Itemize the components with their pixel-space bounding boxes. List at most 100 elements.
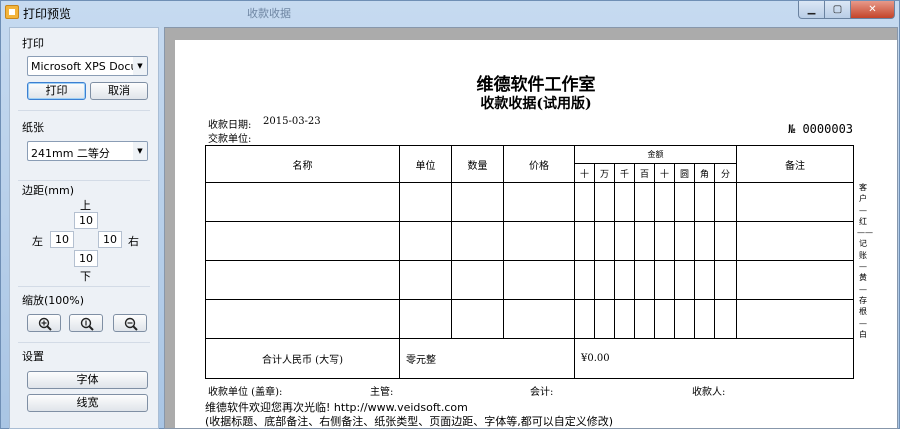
zoom-out-button[interactable] <box>113 314 147 332</box>
total-label: 合计人民币 (大写) <box>205 338 400 379</box>
receipt-date: 2015-03-23 <box>263 116 321 127</box>
receipt-page: 维德软件工作室 收款收据(试用版) 收款日期: 2015-03-23 交款单位:… <box>175 40 897 428</box>
chevron-down-icon: ▼ <box>133 57 147 75</box>
window-title: 打印预览 <box>23 7 72 21</box>
margin-left-input[interactable]: 10 <box>50 231 74 248</box>
table-cell <box>694 260 715 300</box>
table-cell <box>503 260 575 300</box>
table-cell <box>594 260 615 300</box>
paper-size-select[interactable]: 241mm 二等分 ▼ <box>27 141 148 161</box>
table-cell <box>503 182 575 222</box>
table-cell <box>634 260 655 300</box>
table-cell <box>714 260 737 300</box>
table-cell <box>451 260 504 300</box>
table-cell <box>714 299 737 339</box>
table-cell <box>614 182 635 222</box>
table-cell <box>503 221 575 261</box>
table-cell <box>736 221 854 261</box>
table-cell <box>205 299 400 339</box>
table-cell <box>654 221 675 261</box>
table-header-row: 名称 单位 数量 价格 金额 备注 <box>205 145 854 183</box>
paper-group-label: 纸张 <box>22 121 44 134</box>
table-row <box>205 182 854 222</box>
table-row <box>205 299 854 339</box>
print-preview-area[interactable]: 维德软件工作室 收款收据(试用版) 收款日期: 2015-03-23 交款单位:… <box>164 27 898 429</box>
table-cell <box>614 299 635 339</box>
amount-digit-header: 百 <box>634 163 655 183</box>
printer-select-value: Microsoft XPS Document Writer <box>31 60 147 73</box>
margin-bottom-input[interactable]: 10 <box>74 250 98 267</box>
table-cell <box>594 221 615 261</box>
header-amount: 金额 <box>574 145 737 164</box>
receipt-number: № 0000003 <box>788 122 854 136</box>
table-cell <box>574 221 595 261</box>
header-remark: 备注 <box>736 145 854 183</box>
amount-digit-header: 分 <box>714 163 737 183</box>
zoom-reset-icon <box>80 317 94 331</box>
total-row: 合计人民币 (大写) 零元整 ¥0.00 <box>205 338 854 379</box>
close-button[interactable]: ✕ <box>851 1 895 19</box>
font-button[interactable]: 字体 <box>27 371 148 389</box>
table-cell <box>694 299 715 339</box>
margin-right-label: 右 <box>128 235 139 248</box>
title-bar[interactable]: 打印预览 收款收据 ▁ ▢ ✕ <box>1 1 899 23</box>
table-cell <box>694 182 715 222</box>
amount-digit-header: 圆 <box>674 163 695 183</box>
table-cell <box>614 221 635 261</box>
table-cell <box>594 182 615 222</box>
margin-bottom-label: 下 <box>80 270 91 283</box>
printer-select[interactable]: Microsoft XPS Document Writer ▼ <box>27 56 148 76</box>
minimize-button[interactable]: ▁ <box>798 1 825 19</box>
zoom-in-button[interactable] <box>27 314 61 332</box>
line-width-button[interactable]: 线宽 <box>27 394 148 412</box>
margin-group-label: 边距(mm) <box>22 184 75 197</box>
divider <box>18 180 150 181</box>
minimize-icon: ▁ <box>807 4 816 15</box>
table-cell <box>574 299 595 339</box>
print-button[interactable]: 打印 <box>27 82 86 100</box>
table-row <box>205 260 854 300</box>
settings-sidebar: 打印 Microsoft XPS Document Writer ▼ 打印 取消… <box>9 27 159 429</box>
signature-receiver-unit: 收款单位 (盖章): <box>208 387 283 398</box>
margin-top-input[interactable]: 10 <box>74 212 98 229</box>
cancel-button[interactable]: 取消 <box>90 82 148 100</box>
table-cell <box>654 299 675 339</box>
print-preview-window: 打印预览 收款收据 ▁ ▢ ✕ 打印 Microsoft XPS Documen… <box>0 0 900 429</box>
table-cell <box>399 221 452 261</box>
table-cell <box>205 182 400 222</box>
table-cell <box>399 260 452 300</box>
empty-rows <box>205 182 854 339</box>
table-cell <box>574 182 595 222</box>
table-cell <box>451 182 504 222</box>
header-name: 名称 <box>205 145 400 183</box>
table-cell <box>736 260 854 300</box>
table-cell <box>674 299 695 339</box>
table-cell <box>654 182 675 222</box>
table-cell <box>451 299 504 339</box>
amount-digit-header: 万 <box>594 163 615 183</box>
divider <box>18 342 150 343</box>
table-cell <box>503 299 575 339</box>
zoom-group-label: 缩放(100%) <box>22 294 85 307</box>
table-cell <box>674 182 695 222</box>
print-group-label: 打印 <box>22 37 44 50</box>
copy-distribution-note: 客户—红——记账—黄—存根—白 <box>857 183 873 339</box>
header-unit: 单位 <box>399 145 452 183</box>
table-cell <box>594 299 615 339</box>
receipt-date-label: 收款日期: <box>208 120 252 131</box>
table-cell <box>654 260 675 300</box>
zoom-reset-button[interactable] <box>69 314 103 332</box>
margin-top-label: 上 <box>80 199 91 212</box>
maximize-button[interactable]: ▢ <box>825 1 851 19</box>
table-cell <box>694 221 715 261</box>
divider <box>18 286 150 287</box>
zoom-in-icon <box>38 317 52 331</box>
amount-digit-header: 十 <box>574 163 595 183</box>
table-cell <box>714 182 737 222</box>
amount-digit-header: 十 <box>654 163 675 183</box>
receipt-table: 名称 单位 数量 价格 金额 备注 十万千百十圆角分 合计人民币 (大写) 零元… <box>205 145 854 379</box>
receipt-title: 收款收据(试用版) <box>480 96 592 112</box>
table-cell <box>674 221 695 261</box>
margin-right-input[interactable]: 10 <box>98 231 122 248</box>
chevron-down-icon: ▼ <box>133 142 147 160</box>
